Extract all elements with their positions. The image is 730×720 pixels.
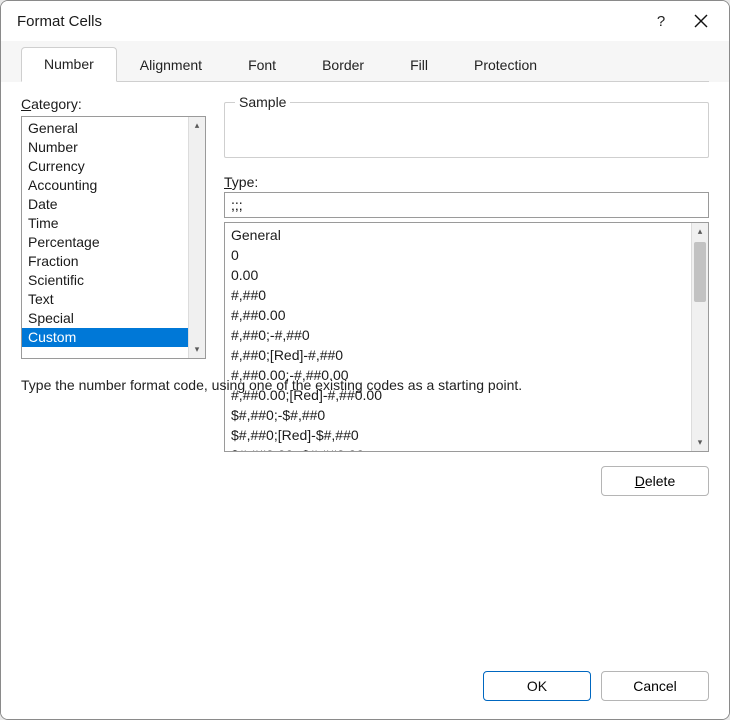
category-listbox[interactable]: General Number Currency Accounting Date … xyxy=(21,116,206,359)
sample-legend: Sample xyxy=(235,94,290,110)
type-label-rest: ype: xyxy=(232,174,258,190)
titlebar: Format Cells ? xyxy=(1,1,729,41)
cancel-button[interactable]: Cancel xyxy=(601,671,709,701)
details-column: Sample Type: General 0 0.00 #,##0 #,##0.… xyxy=(224,96,709,359)
tab-fill[interactable]: Fill xyxy=(387,48,451,82)
category-label-accel: C xyxy=(21,96,31,112)
list-item[interactable]: Currency xyxy=(22,157,188,176)
ok-label: OK xyxy=(527,678,547,694)
help-text: Type the number format code, using one o… xyxy=(21,359,709,393)
list-item[interactable]: Time xyxy=(22,214,188,233)
scroll-down-icon[interactable]: ▾ xyxy=(189,341,205,358)
list-item[interactable]: Date xyxy=(22,195,188,214)
list-item[interactable]: Custom xyxy=(22,328,188,347)
list-item[interactable]: General xyxy=(22,119,188,138)
cancel-label: Cancel xyxy=(633,678,677,694)
tabstrip-container: Number Alignment Font Border Fill Protec… xyxy=(1,41,729,82)
type-label-accel: T xyxy=(224,174,232,190)
tab-label: Font xyxy=(248,57,276,73)
type-input[interactable] xyxy=(224,192,709,218)
list-item[interactable]: Fraction xyxy=(22,252,188,271)
list-item[interactable]: Accounting xyxy=(22,176,188,195)
format-cells-dialog: Format Cells ? Number Alignment Font Bor… xyxy=(0,0,730,720)
category-column: Category: General Number Currency Accoun… xyxy=(21,96,206,359)
tab-label: Protection xyxy=(474,57,537,73)
sample-group: Sample xyxy=(224,102,709,158)
format-codes-scrollbar[interactable]: ▴ ▾ xyxy=(691,223,708,451)
list-item[interactable]: 0 xyxy=(225,245,691,265)
tab-protection[interactable]: Protection xyxy=(451,48,560,82)
help-icon: ? xyxy=(657,13,665,30)
list-item[interactable]: Number xyxy=(22,138,188,157)
ok-button[interactable]: OK xyxy=(483,671,591,701)
tab-number[interactable]: Number xyxy=(21,47,117,82)
scroll-thumb[interactable] xyxy=(694,242,706,302)
tab-label: Alignment xyxy=(140,57,202,73)
scroll-up-icon[interactable]: ▴ xyxy=(692,223,708,240)
list-item[interactable]: #,##0.00 xyxy=(225,305,691,325)
tab-label: Fill xyxy=(410,57,428,73)
category-list: General Number Currency Accounting Date … xyxy=(22,117,188,358)
tab-panel-number: Category: General Number Currency Accoun… xyxy=(1,82,729,655)
scroll-up-icon[interactable]: ▴ xyxy=(189,117,205,134)
tab-alignment[interactable]: Alignment xyxy=(117,48,225,82)
list-item[interactable]: General xyxy=(225,225,691,245)
tab-border[interactable]: Border xyxy=(299,48,387,82)
dialog-footer: OK Cancel xyxy=(1,655,729,719)
tab-font[interactable]: Font xyxy=(225,48,299,82)
close-button[interactable] xyxy=(681,5,721,37)
help-button[interactable]: ? xyxy=(641,5,681,37)
dialog-title: Format Cells xyxy=(17,13,641,30)
list-item[interactable]: Special xyxy=(22,309,188,328)
type-label: Type: xyxy=(224,174,709,190)
list-item[interactable]: #,##0 xyxy=(225,285,691,305)
tabstrip: Number Alignment Font Border Fill Protec… xyxy=(21,47,709,82)
scroll-track[interactable] xyxy=(189,134,205,341)
close-icon xyxy=(694,14,708,28)
list-item[interactable]: Percentage xyxy=(22,233,188,252)
category-label-rest: ategory: xyxy=(31,96,82,112)
list-item[interactable]: #,##0;-#,##0 xyxy=(225,325,691,345)
list-item[interactable]: Scientific xyxy=(22,271,188,290)
list-item[interactable]: 0.00 xyxy=(225,265,691,285)
content-row: Category: General Number Currency Accoun… xyxy=(21,96,709,359)
category-label: Category: xyxy=(21,96,206,112)
category-scrollbar[interactable]: ▴ ▾ xyxy=(188,117,205,358)
tab-label: Number xyxy=(44,56,94,72)
scroll-track[interactable] xyxy=(692,240,708,434)
tab-label: Border xyxy=(322,57,364,73)
list-item[interactable]: Text xyxy=(22,290,188,309)
